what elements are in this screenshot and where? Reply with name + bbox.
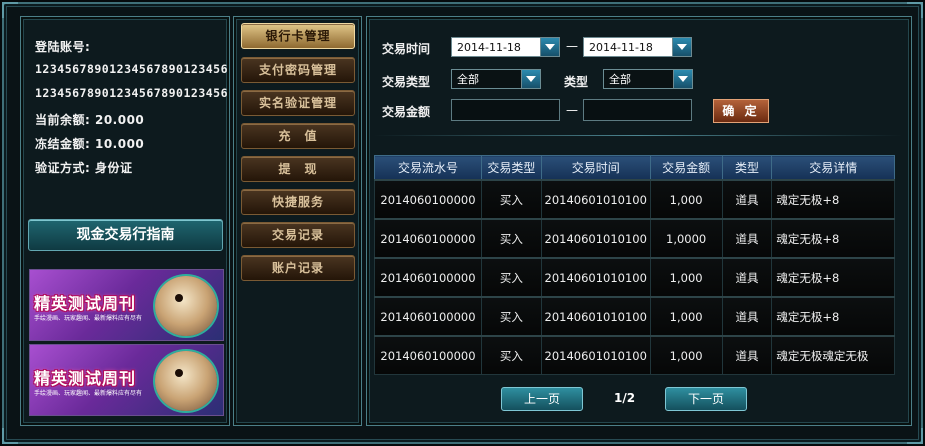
- banner-subtitle: 手绘漫画、玩家趣闻、最新爆料应有尽有: [34, 315, 143, 322]
- page-indicator: 1/2: [614, 391, 636, 405]
- cell-category: 道具: [721, 218, 773, 259]
- cell-type: 买入: [480, 218, 542, 259]
- cell-time: 20140601010100: [540, 257, 651, 298]
- range-dash: —: [566, 103, 578, 117]
- category-select[interactable]: 全部: [603, 69, 693, 89]
- account-number-line-2: 12345678901234567890123456: [35, 86, 229, 100]
- trade-type-value: 全部: [457, 73, 479, 86]
- table-row[interactable]: 2014060100000 买入 20140601010100 1,000 道具…: [374, 335, 895, 375]
- cell-time: 20140601010100: [540, 179, 651, 220]
- menu-transaction-records[interactable]: 交易记录: [241, 222, 355, 248]
- prev-page-button[interactable]: 上一页: [501, 387, 583, 411]
- col-header-amount: 交易金额: [649, 155, 723, 181]
- cell-type: 买入: [480, 335, 542, 375]
- category-label: 类型: [564, 75, 589, 89]
- side-menu: 银行卡管理 支付密码管理 实名验证管理 充 值 提 现 快捷服务 交易记录 账户…: [233, 16, 362, 426]
- menu-bank-card[interactable]: 银行卡管理: [241, 23, 355, 49]
- verify-method: 验证方式: 身份证: [35, 161, 133, 175]
- menu-payment-password[interactable]: 支付密码管理: [241, 57, 355, 83]
- account-panel: 登陆账号: 1234567890123456789012345​6 123456…: [20, 16, 230, 426]
- trading-guide-button[interactable]: 现金交易行指南: [28, 219, 223, 251]
- cell-serial: 2014060100000: [374, 218, 482, 259]
- cell-amount: 1,000: [649, 257, 723, 298]
- col-header-category: 类型: [721, 155, 773, 181]
- amount-min-input[interactable]: [451, 99, 560, 121]
- col-header-serial: 交易流水号: [374, 155, 482, 181]
- trade-amount-label: 交易金额: [382, 105, 431, 119]
- cell-detail: 魂定无极+8: [771, 296, 895, 337]
- range-dash: —: [566, 39, 578, 53]
- cell-serial: 2014060100000: [374, 296, 482, 337]
- cell-type: 买入: [480, 296, 542, 337]
- banner-title: 精英测试周刊: [34, 369, 137, 388]
- divider: [373, 135, 903, 136]
- date-to-value: 2014-11-18: [589, 41, 653, 54]
- cell-category: 道具: [721, 257, 773, 298]
- cell-type: 买入: [480, 257, 542, 298]
- cell-time: 20140601010100: [540, 218, 651, 259]
- cell-type: 买入: [480, 179, 542, 220]
- login-account-label: 登陆账号:: [35, 40, 91, 54]
- transaction-panel: 交易时间 2014-11-18 — 2014-11-18 交易类型 全部 类型 …: [366, 16, 912, 426]
- cell-serial: 2014060100000: [374, 257, 482, 298]
- cell-detail: 魂定无极魂定无极: [771, 335, 895, 375]
- promo-banner[interactable]: 精英测试周刊 手绘漫画、玩家趣闻、最新爆料应有尽有: [29, 344, 224, 416]
- cell-amount: 1,0000: [649, 218, 723, 259]
- table-row[interactable]: 2014060100000 买入 20140601010100 1,000 道具…: [374, 296, 895, 337]
- frozen-amount: 冻结金额: 10.000: [35, 137, 145, 151]
- frame-corner: [2, 2, 18, 18]
- next-page-button[interactable]: 下一页: [665, 387, 747, 411]
- amount-max-input[interactable]: [583, 99, 692, 121]
- chevron-down-icon[interactable]: [521, 70, 540, 88]
- date-from-value: 2014-11-18: [457, 41, 521, 54]
- account-number-line-1: 1234567890123456789012345​6: [35, 62, 229, 76]
- date-from-select[interactable]: 2014-11-18: [451, 37, 560, 57]
- banner-title: 精英测试周刊: [34, 294, 137, 313]
- chevron-down-icon[interactable]: [673, 70, 692, 88]
- category-value: 全部: [609, 73, 631, 86]
- confirm-button[interactable]: 确 定: [713, 99, 769, 123]
- chevron-down-icon[interactable]: [540, 38, 559, 56]
- cell-category: 道具: [721, 296, 773, 337]
- mascot-image: [155, 351, 217, 411]
- col-header-type: 交易类型: [480, 155, 542, 181]
- date-to-select[interactable]: 2014-11-18: [583, 37, 692, 57]
- cell-detail: 魂定无极+8: [771, 257, 895, 298]
- promo-banner[interactable]: 精英测试周刊 手绘漫画、玩家趣闻、最新爆料应有尽有: [29, 269, 224, 341]
- cell-time: 20140601010100: [540, 335, 651, 375]
- cell-detail: 魂定无极+8: [771, 179, 895, 220]
- col-header-detail: 交易详情: [771, 155, 895, 181]
- menu-real-name-verify[interactable]: 实名验证管理: [241, 90, 355, 116]
- current-balance: 当前余额: 20.000: [35, 113, 145, 127]
- cell-amount: 1,000: [649, 296, 723, 337]
- menu-quick-service[interactable]: 快捷服务: [241, 189, 355, 215]
- cell-time: 20140601010100: [540, 296, 651, 337]
- chevron-down-icon[interactable]: [672, 38, 691, 56]
- cell-category: 道具: [721, 335, 773, 375]
- frame-corner: [907, 428, 923, 444]
- transaction-table: 交易流水号 交易类型 交易时间 交易金额 类型 交易详情 20140601000…: [374, 155, 895, 375]
- trade-type-label: 交易类型: [382, 75, 431, 89]
- trade-time-label: 交易时间: [382, 42, 431, 56]
- menu-account-records[interactable]: 账户记录: [241, 255, 355, 281]
- frame-corner: [2, 428, 18, 444]
- menu-recharge[interactable]: 充 值: [241, 123, 355, 149]
- table-row[interactable]: 2014060100000 买入 20140601010100 1,000 道具…: [374, 257, 895, 298]
- cell-serial: 2014060100000: [374, 179, 482, 220]
- cell-detail: 魂定无极+8: [771, 218, 895, 259]
- col-header-time: 交易时间: [540, 155, 651, 181]
- cell-amount: 1,000: [649, 335, 723, 375]
- cell-category: 道具: [721, 179, 773, 220]
- menu-withdraw[interactable]: 提 现: [241, 156, 355, 182]
- trade-type-select[interactable]: 全部: [451, 69, 541, 89]
- cell-amount: 1,000: [649, 179, 723, 220]
- table-row[interactable]: 2014060100000 买入 20140601010100 1,0000 道…: [374, 218, 895, 259]
- table-row[interactable]: 2014060100000 买入 20140601010100 1,000 道具…: [374, 179, 895, 220]
- banner-subtitle: 手绘漫画、玩家趣闻、最新爆料应有尽有: [34, 390, 143, 397]
- cell-serial: 2014060100000: [374, 335, 482, 375]
- table-header-row: 交易流水号 交易类型 交易时间 交易金额 类型 交易详情: [374, 155, 895, 181]
- mascot-image: [155, 276, 217, 336]
